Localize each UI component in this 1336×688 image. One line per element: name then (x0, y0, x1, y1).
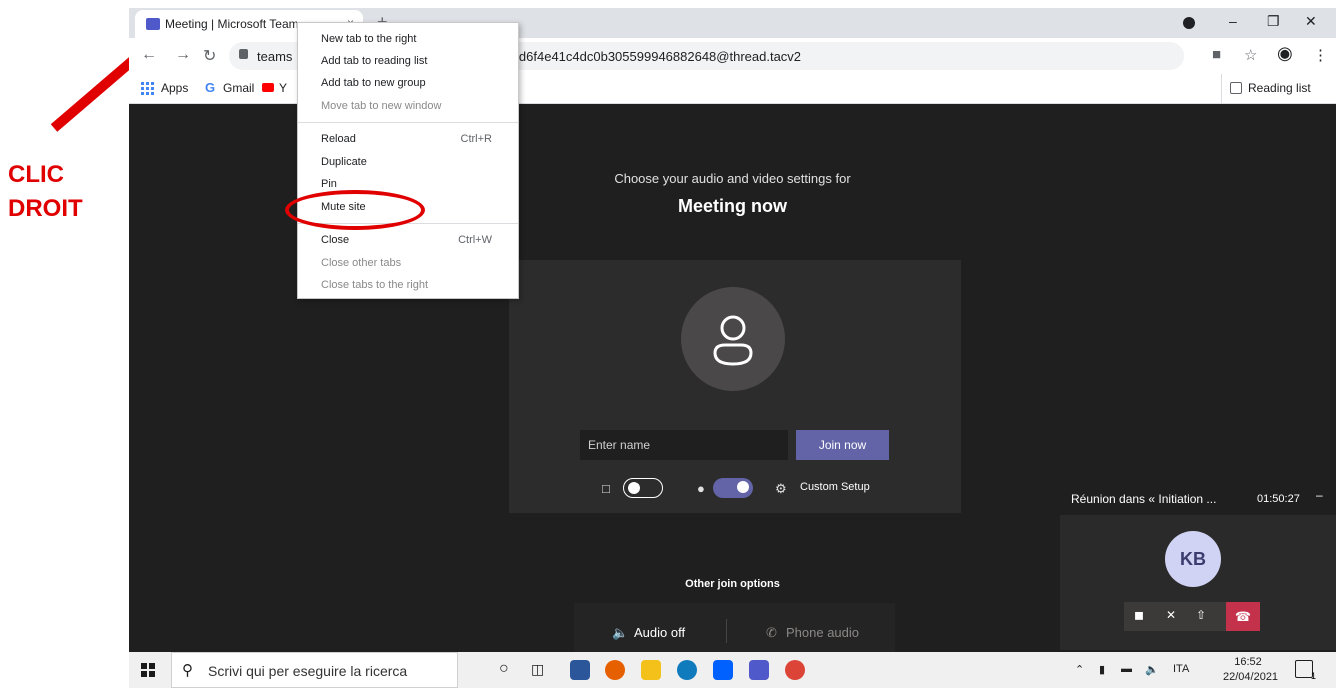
mic-off-icon[interactable]: ✕ (1166, 608, 1176, 622)
mini-minimize-icon[interactable]: – (1316, 488, 1323, 502)
name-input[interactable] (580, 430, 788, 460)
minimize-icon[interactable]: – (1229, 13, 1237, 29)
mini-meeting-title: Réunion dans « Initiation ... (1071, 492, 1217, 506)
other-join-options-panel: 🔈 Audio off ✆ Phone audio (574, 603, 895, 652)
menu-shortcut-reload: Ctrl+R (460, 133, 492, 145)
menu-item-add-reading-list[interactable]: Add tab to reading list (321, 55, 427, 67)
menu-item-close-tabs-right[interactable]: Close tabs to the right (321, 279, 428, 291)
forward-icon[interactable]: → (175, 46, 191, 64)
microphone-toggle-knob (737, 481, 749, 493)
taskbar-clock[interactable]: 16:52 22/04/2021 (1223, 655, 1279, 685)
teams-app-icon[interactable] (749, 660, 769, 680)
screenshot-stage: CLIC DROIT Meeting | Microsoft Team × + … (0, 0, 1336, 688)
tray-expand-icon[interactable]: ⌃ (1075, 663, 1084, 676)
volume-icon[interactable]: 🔈 (1145, 663, 1159, 676)
video-preview-panel: Join now □ ● ⚙ Custom Setup (509, 260, 961, 513)
taskbar-search-placeholder: Scrivi qui per eseguire la ricerca (208, 663, 408, 679)
microphone-toggle[interactable] (713, 478, 753, 498)
menu-item-close[interactable]: Close (321, 234, 349, 246)
annotation-label-line1: CLIC (8, 161, 64, 188)
edge-app-icon[interactable] (677, 660, 697, 680)
phone-icon: ✆ (766, 625, 777, 640)
account-icon[interactable]: ◉ (1277, 43, 1293, 64)
taskbar-search-box[interactable]: ⚲ Scrivi qui per eseguire la ricerca (171, 652, 458, 688)
menu-item-add-new-group[interactable]: Add tab to new group (321, 77, 426, 89)
menu-item-duplicate[interactable]: Duplicate (321, 156, 367, 168)
camera-toggle[interactable] (623, 478, 663, 498)
url-text-end: e7d7d6f4e41c4dc0b305599946882648@thread.… (490, 49, 802, 64)
menu-shortcut-close: Ctrl+W (458, 234, 492, 246)
dropbox-app-icon[interactable] (713, 660, 733, 680)
notification-center-icon[interactable]: 1 (1295, 660, 1316, 681)
mini-meeting-window[interactable]: Réunion dans « Initiation ... 01:50:27 –… (1060, 482, 1336, 650)
menu-item-new-tab-right[interactable]: New tab to the right (321, 33, 416, 45)
annotation-label-line2: DROIT (8, 195, 83, 222)
bookmark-apps[interactable]: Apps (161, 81, 188, 95)
join-now-button[interactable]: Join now (796, 430, 889, 460)
clock-date: 22/04/2021 (1223, 671, 1279, 683)
bookmark-star-icon[interactable]: ☆ (1244, 46, 1257, 64)
menu-item-move-new-window[interactable]: Move tab to new window (321, 100, 441, 112)
back-icon[interactable]: ← (141, 46, 157, 64)
tray-app-icon[interactable]: ▮ (1099, 663, 1105, 676)
options-divider (726, 619, 727, 643)
annotation-label: CLIC DROIT (8, 158, 83, 226)
windows-start-icon[interactable] (141, 663, 155, 677)
reading-list-button[interactable]: Reading list (1221, 74, 1311, 104)
video-off-icon[interactable]: ◼ (1134, 608, 1144, 622)
teams-favicon-icon (146, 18, 160, 30)
annotation-highlight-circle (285, 190, 425, 230)
notification-count: 1 (1310, 671, 1316, 681)
restore-icon[interactable]: ❐ (1267, 13, 1280, 30)
window-close-icon[interactable]: ✕ (1305, 13, 1317, 30)
speaker-mute-icon: 🔈 (612, 625, 629, 640)
search-icon: ⚲ (182, 662, 193, 679)
menu-item-reload[interactable]: Reload (321, 133, 356, 145)
reading-list-label: Reading list (1248, 81, 1311, 95)
tab-title: Meeting | Microsoft Team (165, 17, 299, 31)
profile-indicator-icon[interactable] (1183, 17, 1195, 29)
gear-icon[interactable]: ⚙ (775, 481, 787, 497)
mini-meeting-timer: 01:50:27 (1257, 493, 1300, 505)
lock-icon (239, 49, 248, 59)
custom-setup-button[interactable]: Custom Setup (800, 481, 870, 493)
participant-avatar: KB (1165, 531, 1221, 587)
chrome-app-icon[interactable] (785, 660, 805, 680)
battery-icon[interactable]: ▬ (1121, 663, 1132, 675)
person-icon (713, 315, 753, 366)
google-icon: G (205, 80, 216, 95)
windows-taskbar: ⚲ Scrivi qui per eseguire la ricerca ○ ◫… (129, 652, 1336, 688)
url-text-start: teams (257, 49, 293, 64)
word-app-icon[interactable] (570, 660, 590, 680)
task-view-icon[interactable]: ◫ (531, 661, 544, 678)
apps-grid-icon[interactable] (141, 82, 154, 95)
menu-item-close-other-tabs[interactable]: Close other tabs (321, 257, 401, 269)
hang-up-icon[interactable]: ☎ (1226, 602, 1260, 631)
phone-audio-option[interactable]: Phone audio (786, 625, 859, 640)
menu-separator (298, 122, 518, 123)
cortana-icon[interactable]: ○ (499, 660, 509, 678)
youtube-icon[interactable] (262, 83, 274, 92)
mini-meeting-header: Réunion dans « Initiation ... 01:50:27 – (1060, 482, 1336, 515)
language-indicator[interactable]: ITA (1173, 663, 1189, 675)
bookmark-gmail[interactable]: Gmail (223, 81, 254, 95)
mini-meeting-controls: ◼ ✕ ⇧ ☎ (1124, 602, 1260, 631)
camera-toggle-knob (628, 482, 640, 494)
reload-icon[interactable]: ↻ (203, 46, 216, 66)
firefox-app-icon[interactable] (605, 660, 625, 680)
clock-time: 16:52 (1234, 656, 1262, 668)
audio-off-option[interactable]: Audio off (634, 625, 685, 640)
file-explorer-icon[interactable] (641, 660, 661, 680)
bookmark-youtube[interactable]: Y (279, 81, 287, 95)
camera-off-icon: □ (602, 481, 610, 496)
tab-context-menu: New tab to the right Add tab to reading … (297, 22, 519, 299)
share-screen-icon[interactable]: ⇧ (1196, 608, 1206, 622)
menu-item-pin[interactable]: Pin (321, 178, 337, 190)
microphone-icon: ● (697, 481, 705, 496)
reading-list-icon (1230, 82, 1242, 94)
camera-indicator-icon[interactable]: ■ (1212, 46, 1221, 63)
menu-kebab-icon[interactable]: ⋮ (1313, 46, 1328, 64)
user-avatar (681, 287, 785, 391)
